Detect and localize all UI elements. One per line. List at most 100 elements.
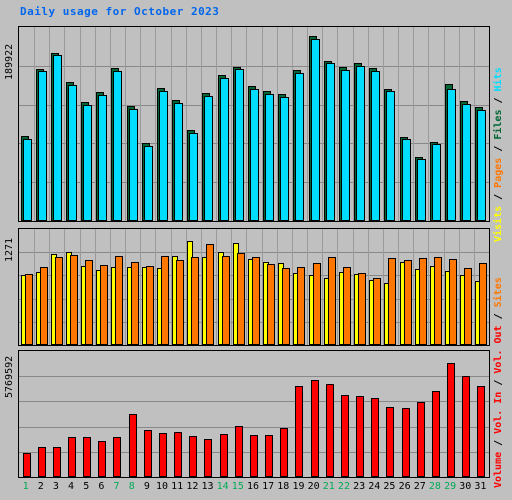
bar-volume-day-1 — [23, 453, 31, 477]
bar-hits-day-2 — [38, 71, 47, 221]
bar-volume-day-27 — [417, 402, 425, 477]
legend-separator: / — [493, 91, 504, 110]
bar-volume-day-19 — [295, 386, 303, 477]
bar-hits-day-16 — [250, 89, 259, 221]
column-separator — [64, 229, 65, 345]
bar-hits-day-6 — [98, 95, 107, 221]
x-axis-tick-day-6: 6 — [98, 481, 105, 492]
bar-volume-day-14 — [220, 434, 228, 477]
x-axis-day-labels: 1 2 3 4 5 6 7 8 9 10 11 12 13 14 15 16 17 18 19 20 21 22 23 24 2… — [18, 481, 490, 497]
x-axis-tick-day-10: 10 — [155, 481, 169, 492]
bar-volume-day-12 — [189, 436, 197, 477]
x-axis-tick-day-13: 13 — [201, 481, 214, 492]
column-separator — [216, 229, 217, 345]
bar-volume-day-13 — [204, 439, 212, 477]
bar-volume-day-10 — [159, 433, 167, 477]
x-axis-tick-day-3: 3 — [52, 481, 59, 492]
bar-volume-day-28 — [432, 391, 440, 477]
column-separator — [231, 27, 232, 221]
column-separator — [140, 27, 141, 221]
bar-volume-day-18 — [280, 428, 288, 477]
bar-volume-day-30 — [462, 376, 470, 477]
bar-hits-day-30 — [462, 104, 471, 221]
x-axis-tick-day-19: 19 — [292, 481, 305, 492]
legend-separator: / — [493, 433, 504, 452]
bar-volume-day-16 — [250, 435, 258, 477]
x-axis-tick-day-2: 2 — [37, 481, 44, 492]
bar-sites-day-23 — [358, 273, 366, 345]
column-separator — [307, 229, 308, 345]
x-axis-tick-day-7: 7 — [113, 481, 120, 492]
column-separator — [398, 229, 399, 345]
bar-hits-day-28 — [432, 144, 441, 221]
column-separator — [125, 229, 126, 345]
column-separator — [216, 27, 217, 221]
column-separator — [337, 27, 338, 221]
column-separator — [413, 27, 414, 221]
bar-sites-day-9 — [146, 266, 154, 345]
bar-sites-day-21 — [328, 257, 336, 345]
bar-sites-day-8 — [131, 262, 139, 345]
x-axis-tick-day-21: 21 — [322, 481, 335, 492]
bar-hits-day-18 — [280, 97, 289, 221]
bar-hits-day-25 — [386, 91, 395, 221]
bar-hits-day-11 — [174, 103, 183, 221]
column-separator — [231, 229, 232, 345]
bar-sites-day-10 — [161, 256, 169, 345]
bar-sites-day-19 — [297, 267, 305, 345]
bar-volume-day-22 — [341, 395, 349, 477]
y-axis-label-hits: 189922 — [4, 43, 15, 80]
bar-sites-day-29 — [449, 259, 457, 345]
x-axis-tick-day-30: 30 — [459, 481, 472, 492]
column-separator — [246, 229, 247, 345]
bar-volume-day-8 — [129, 414, 137, 477]
bar-hits-day-9 — [144, 146, 153, 221]
bar-sites-day-22 — [343, 267, 351, 345]
bar-sites-day-7 — [115, 256, 123, 345]
column-separator — [34, 229, 35, 345]
bar-sites-day-12 — [191, 257, 199, 345]
bar-sites-day-3 — [55, 257, 63, 345]
legend-separator: / — [493, 373, 504, 392]
bar-volume-day-26 — [402, 408, 410, 477]
legend-separator: / — [493, 139, 504, 158]
bar-hits-day-23 — [356, 66, 365, 221]
legend-item-visits: Visits — [493, 205, 504, 242]
bar-group-hits-files — [19, 27, 489, 221]
column-separator — [307, 27, 308, 221]
bar-sites-day-4 — [70, 255, 78, 345]
gridline — [19, 252, 489, 253]
bar-sites-day-13 — [206, 244, 214, 345]
legend-separator: / — [493, 307, 504, 326]
bar-hits-day-4 — [68, 85, 77, 221]
bar-hits-day-1 — [23, 139, 32, 221]
chart-panel-volume — [18, 350, 490, 478]
x-axis-tick-day-29: 29 — [444, 481, 457, 492]
x-axis-tick-day-18: 18 — [277, 481, 290, 492]
column-separator — [34, 27, 35, 221]
x-axis-tick-day-5: 5 — [83, 481, 90, 492]
bar-volume-day-15 — [235, 426, 243, 477]
bar-sites-day-20 — [313, 263, 321, 345]
column-separator — [155, 27, 156, 221]
legend-item-volout: Vol. Out — [493, 325, 504, 374]
bar-hits-day-26 — [402, 139, 411, 221]
bar-volume-day-31 — [477, 386, 485, 477]
x-axis-tick-day-16: 16 — [246, 481, 259, 492]
x-axis-tick-day-1: 1 — [22, 481, 29, 492]
bar-hits-day-12 — [189, 133, 198, 221]
bar-volume-day-20 — [311, 380, 319, 477]
column-separator — [140, 229, 141, 345]
column-separator — [322, 27, 323, 221]
bar-hits-day-24 — [371, 71, 380, 221]
bar-hits-day-15 — [235, 69, 244, 221]
usage-chart-page: Daily usage for October 2023 189922 1271… — [0, 0, 512, 500]
bar-sites-day-28 — [434, 257, 442, 345]
x-axis-tick-day-9: 9 — [143, 481, 150, 492]
column-separator — [413, 229, 414, 345]
x-axis-tick-day-28: 28 — [428, 481, 441, 492]
column-separator — [155, 229, 156, 345]
chart-panel-hits-files — [18, 26, 490, 222]
bar-hits-day-27 — [417, 159, 426, 221]
bar-sites-day-1 — [25, 274, 33, 345]
